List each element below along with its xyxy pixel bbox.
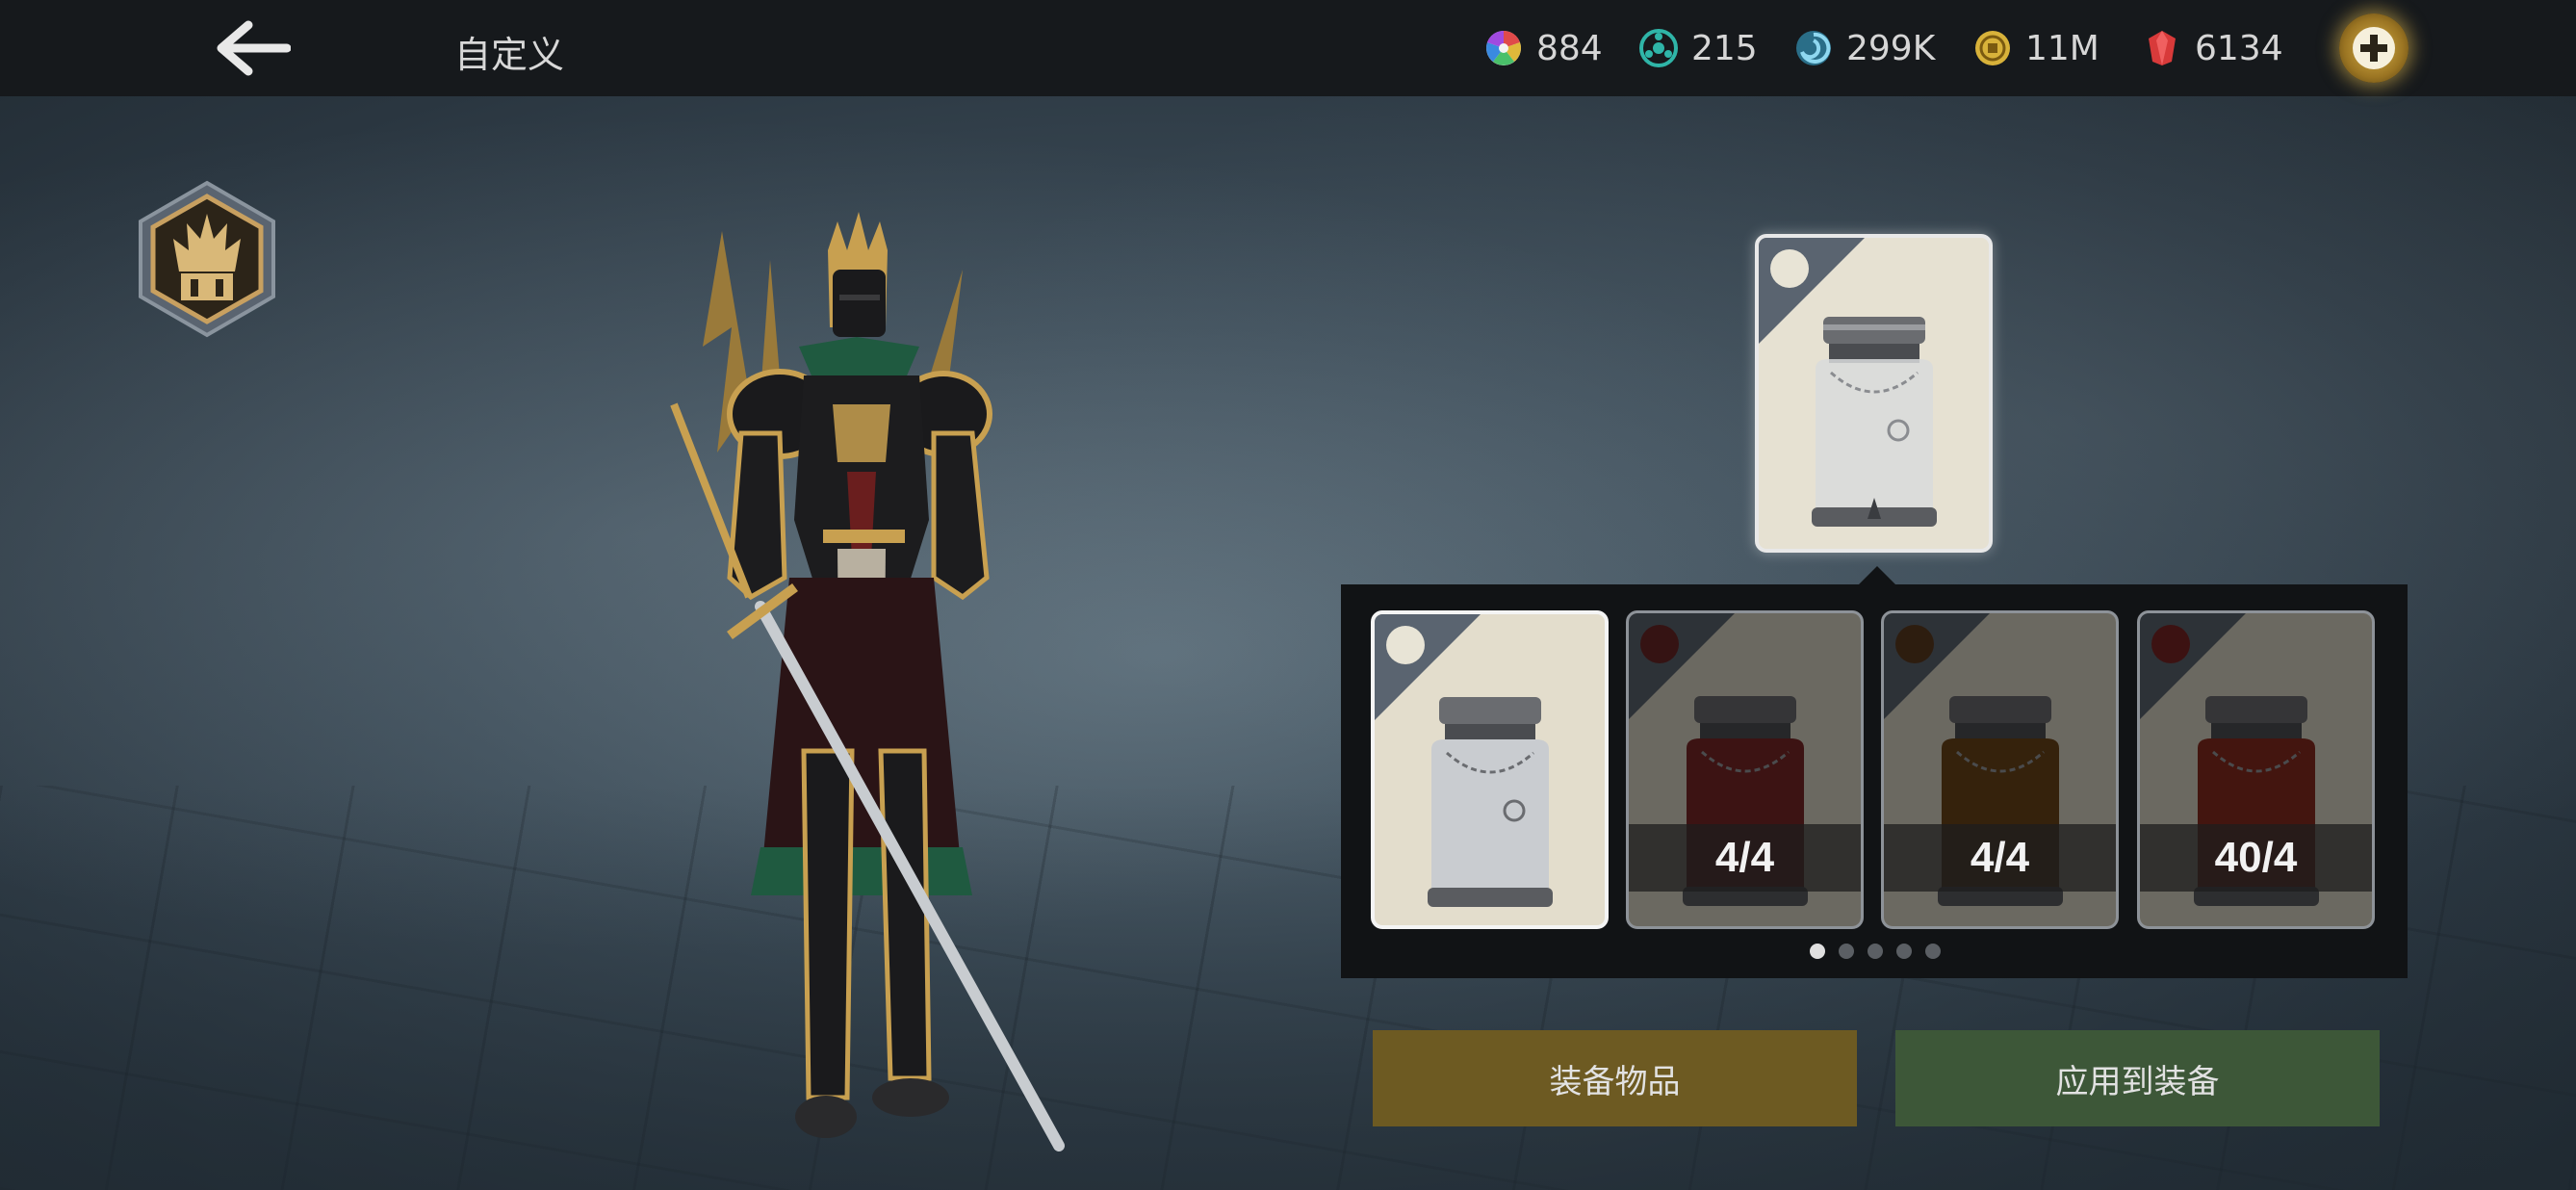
page-dot[interactable] [1839, 944, 1854, 959]
currency-swirl[interactable]: 299K [1794, 21, 1935, 75]
currency-gold[interactable]: 11M [1973, 21, 2099, 75]
page-dot[interactable] [1810, 944, 1825, 959]
currency-value: 299K [1846, 28, 1936, 68]
silver-jar-icon [1811, 317, 1937, 527]
page-dot[interactable] [1925, 944, 1941, 959]
page-dot[interactable] [1868, 944, 1883, 959]
gold-coin-icon [1973, 29, 2012, 67]
add-currency-button[interactable] [2339, 13, 2409, 83]
top-bar: 自定义 884 215 299K 11M 6134 [0, 0, 2576, 96]
equip-item-button[interactable]: 装备物品 [1373, 1030, 1857, 1126]
color-wheel-icon [1484, 29, 1523, 67]
rarity-dot [1386, 626, 1425, 664]
silver-jar-icon [1427, 697, 1553, 907]
faction-emblem-button[interactable] [135, 179, 279, 339]
item-card-red-jar[interactable]: 4/4 [1626, 610, 1864, 929]
currency-value: 884 [1536, 28, 1603, 68]
item-preview-card [1755, 234, 1993, 553]
swirl-icon [1794, 29, 1833, 67]
panel-pointer [1858, 566, 1896, 585]
page-title: 自定义 [454, 34, 565, 76]
item-count: 4/4 [1884, 824, 2116, 892]
currency-teal[interactable]: 215 [1639, 21, 1758, 75]
armored-knight-character [616, 212, 1117, 1175]
item-count: 4/4 [1629, 824, 1861, 892]
item-card-brown-jar[interactable]: 4/4 [1881, 610, 2119, 929]
item-card-crimson-jar[interactable]: 40/4 [2137, 610, 2375, 929]
apply-to-gear-button[interactable]: 应用到装备 [1895, 1030, 2380, 1126]
back-button[interactable] [207, 17, 294, 79]
currency-gems[interactable]: 884 [1484, 21, 1603, 75]
page-indicator [1810, 944, 1941, 959]
currency-value: 11M [2025, 28, 2099, 68]
currency-red[interactable]: 6134 [2143, 21, 2283, 75]
demon-crown-emblem-icon [139, 180, 275, 338]
currency-value: 6134 [2195, 28, 2283, 68]
teal-emblem-icon [1639, 29, 1678, 67]
rarity-dot [1770, 249, 1809, 288]
item-card-silver-jar[interactable] [1371, 610, 1609, 929]
item-count: 40/4 [2140, 824, 2372, 892]
page-dot[interactable] [1896, 944, 1912, 959]
red-gem-icon [2143, 29, 2181, 67]
plus-icon [2353, 27, 2395, 69]
back-arrow-icon [217, 20, 291, 76]
currency-value: 215 [1691, 28, 1758, 68]
